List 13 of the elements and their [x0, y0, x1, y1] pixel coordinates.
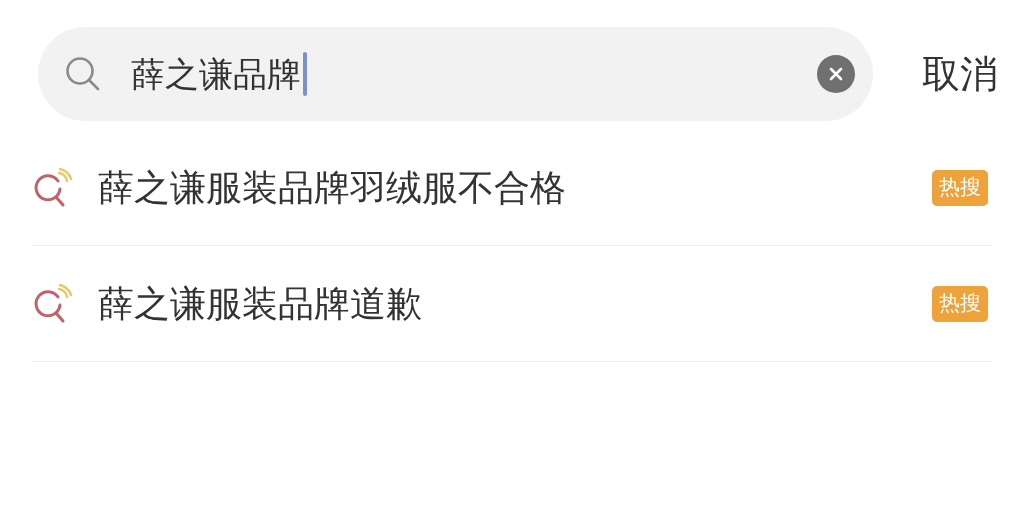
- clear-button[interactable]: [817, 55, 855, 93]
- suggestion-item[interactable]: 薛之谦服装品牌羽绒服不合格 热搜: [32, 130, 992, 246]
- search-icon: [64, 55, 102, 93]
- hot-search-badge: 热搜: [932, 285, 988, 322]
- search-field[interactable]: 薛之谦品牌: [131, 57, 301, 91]
- close-icon: [829, 67, 843, 81]
- trending-search-icon: [32, 166, 74, 209]
- suggestion-text: 薛之谦服装品牌羽绒服不合格: [98, 169, 566, 206]
- hot-search-badge: 热搜: [932, 169, 988, 206]
- trending-search-icon: [32, 282, 74, 325]
- cancel-button[interactable]: 取消: [922, 55, 998, 93]
- suggestion-item[interactable]: 薛之谦服装品牌道歉 热搜: [32, 246, 992, 362]
- suggestion-text: 薛之谦服装品牌道歉: [98, 285, 422, 322]
